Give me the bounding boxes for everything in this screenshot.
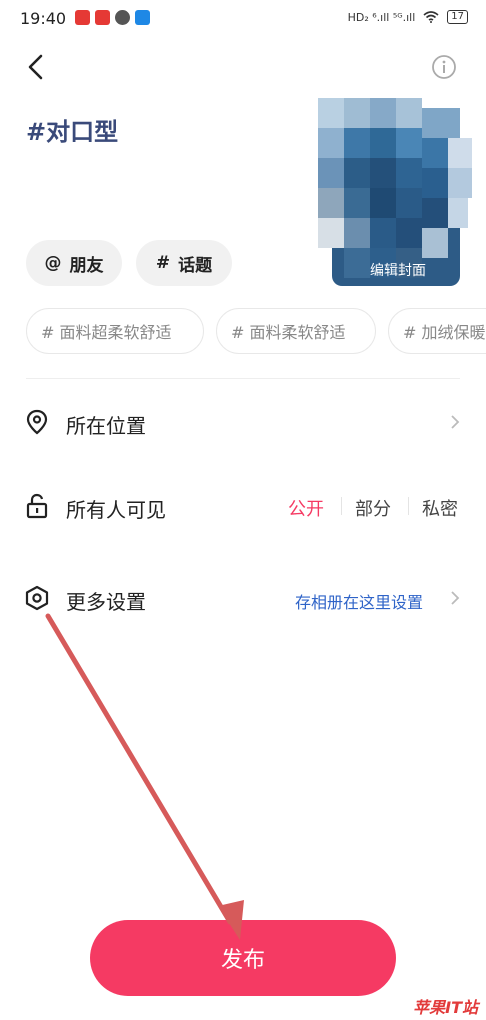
app-notification-icon <box>75 10 90 25</box>
divider <box>26 378 460 379</box>
chevron-right-icon <box>451 591 460 605</box>
unlock-icon <box>26 493 48 519</box>
watermark-text: 苹果IT站 <box>413 998 478 1017</box>
hashtag-icon: # <box>155 253 171 273</box>
back-icon[interactable] <box>24 52 50 82</box>
mention-friend-chip[interactable]: @ 朋友 <box>26 240 122 286</box>
topic-title[interactable]: #对口型 <box>26 112 118 147</box>
network-indicator: HD₂ ⁶.ıll ⁵ᴳ.ıll <box>347 10 416 24</box>
cover-thumbnail[interactable]: 编辑封面 <box>318 98 478 288</box>
status-indicators: HD₂ ⁶.ıll ⁵ᴳ.ıll 17 <box>348 10 468 24</box>
suggested-tag[interactable]: # 面料超柔软舒适 <box>26 308 204 354</box>
location-row[interactable]: 所在位置 <box>0 392 486 452</box>
chevron-right-icon <box>451 415 460 429</box>
topic-chip[interactable]: # 话题 <box>136 240 232 286</box>
watermark-logo: 苹果IT站 <box>413 994 478 1018</box>
app-notification-icon <box>95 10 110 25</box>
chip-label: 朋友 <box>69 255 104 276</box>
status-time: 19:40 <box>20 9 67 28</box>
option-separator <box>408 497 409 515</box>
settings-hexagon-icon <box>25 585 49 611</box>
visibility-option-private[interactable]: 私密 <box>422 495 458 521</box>
app-notification-icon <box>115 10 130 25</box>
cover-image: 编辑封面 <box>318 98 472 286</box>
wifi-icon <box>423 11 439 23</box>
location-label: 所在位置 <box>66 414 146 438</box>
more-settings-row[interactable]: 更多设置 存相册在这里设置 <box>0 568 486 628</box>
visibility-label: 所有人可见 <box>66 498 166 522</box>
suggested-tag[interactable]: # 加绒保暖 <box>388 308 486 354</box>
at-icon: @ <box>44 253 62 273</box>
visibility-option-public[interactable]: 公开 <box>288 495 324 521</box>
visibility-row: 所有人可见 公开 部分 私密 <box>0 476 486 536</box>
status-bar: 19:40 HD₂ ⁶.ıll ⁵ᴳ.ıll 17 <box>0 0 486 36</box>
save-album-hint[interactable]: 存相册在这里设置 <box>295 589 423 613</box>
suggested-tag[interactable]: # 面料柔软舒适 <box>216 308 376 354</box>
battery-indicator: 17 <box>447 10 468 24</box>
option-separator <box>341 497 342 515</box>
info-icon[interactable] <box>431 54 457 80</box>
cover-label: 编辑封面 <box>370 263 426 279</box>
visibility-option-partial[interactable]: 部分 <box>355 495 391 521</box>
location-pin-icon <box>26 409 48 435</box>
more-settings-label: 更多设置 <box>66 590 146 614</box>
publish-button[interactable]: 发布 <box>90 920 396 996</box>
app-notification-icon <box>135 10 150 25</box>
chip-label: 话题 <box>178 255 213 276</box>
